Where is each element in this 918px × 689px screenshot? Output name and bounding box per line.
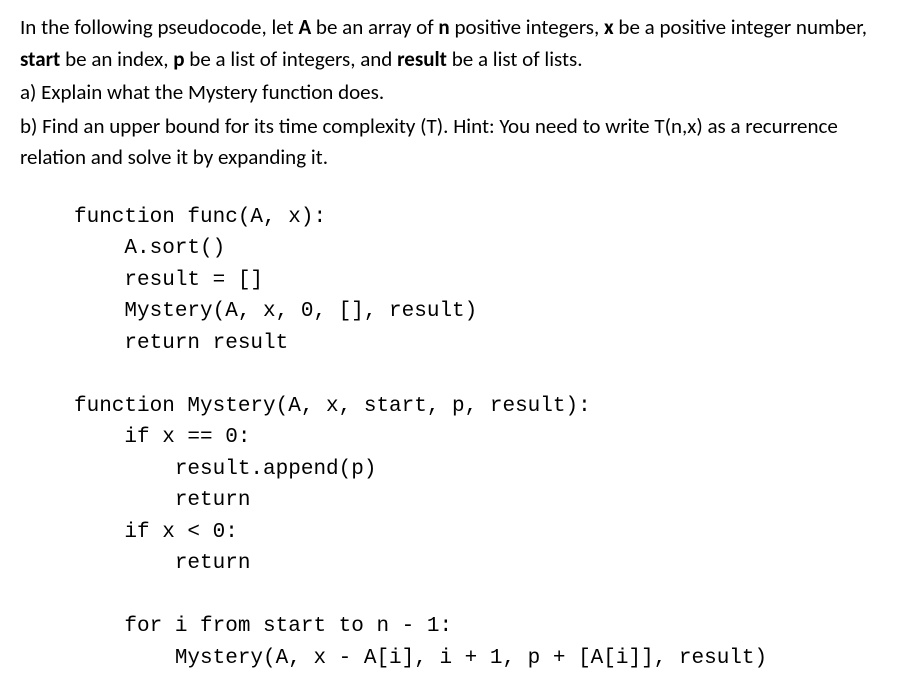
question-a: a) Explain what the Mystery function doe…	[20, 77, 898, 109]
pseudocode-block: function func(A, x): A.sort() result = […	[74, 202, 898, 675]
var-result: result	[397, 46, 447, 72]
question-b: b) Find an upper bound for its time comp…	[20, 111, 898, 174]
intro-text: be a list of integers, and	[185, 46, 398, 72]
intro-text: be a positive integer number,	[614, 14, 867, 40]
problem-intro: In the following pseudocode, let A be an…	[20, 12, 898, 75]
var-n: n	[438, 14, 449, 40]
var-p: p	[173, 46, 184, 72]
intro-text: positive integers,	[450, 14, 604, 40]
var-x: x	[604, 14, 614, 40]
intro-text: be a list of lists.	[447, 46, 583, 72]
var-start: start	[20, 46, 60, 72]
intro-text: In the following pseudocode, let	[20, 14, 298, 40]
intro-text: be an index,	[60, 46, 173, 72]
var-A: A	[298, 14, 311, 40]
intro-text: be an array of	[311, 14, 438, 40]
